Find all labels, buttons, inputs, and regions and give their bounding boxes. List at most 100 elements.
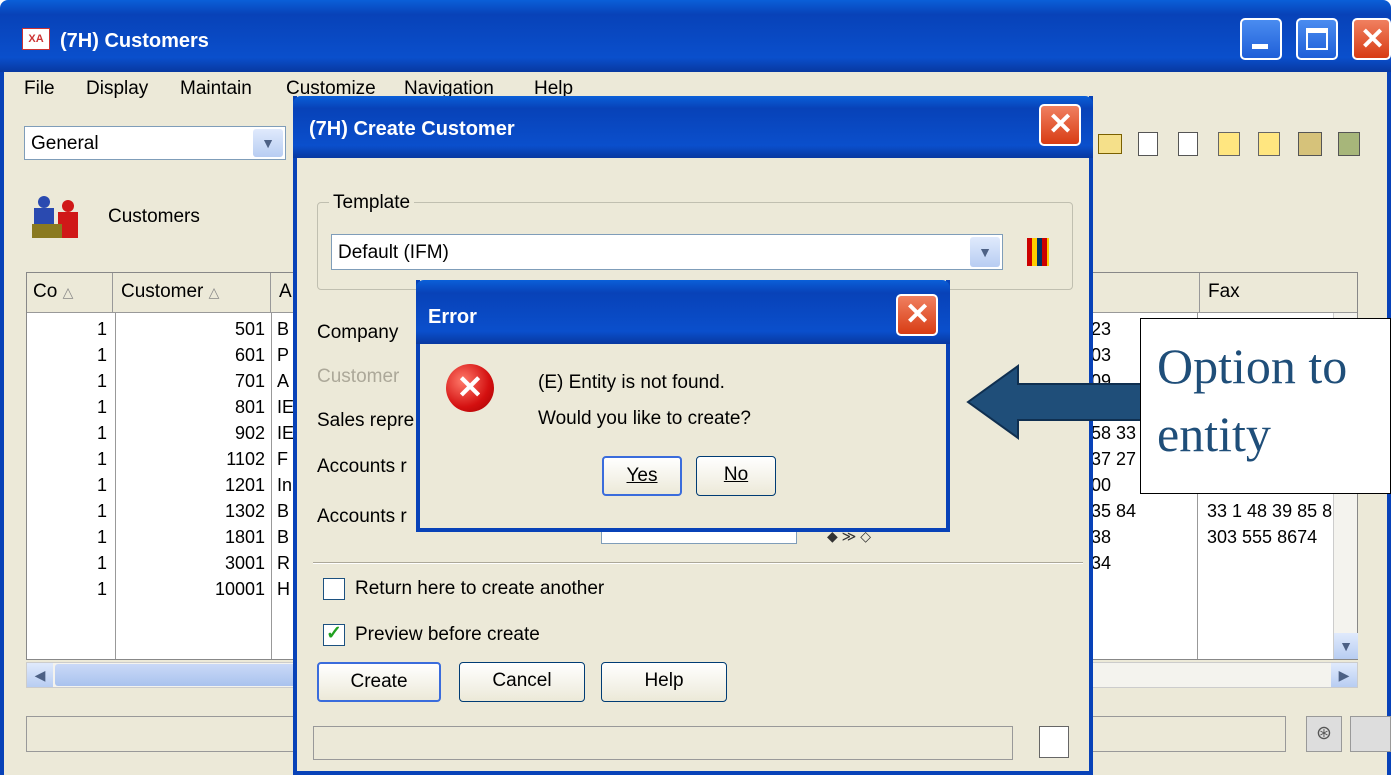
- cell-customer: 1801: [224, 527, 265, 547]
- toolbar-icon-doc[interactable]: [1138, 132, 1158, 156]
- scroll-left-button[interactable]: ◀: [27, 663, 53, 687]
- help-button[interactable]: Help: [601, 662, 727, 702]
- cell-co: 1: [96, 371, 107, 391]
- error-dialog-close-button[interactable]: ✕: [896, 294, 938, 336]
- main-title-bar: XA (7H) Customers ✕: [0, 0, 1391, 72]
- create-dialog-close-button[interactable]: ✕: [1039, 104, 1081, 146]
- col-header-a[interactable]: A: [275, 273, 295, 313]
- customer-label: Customer: [317, 366, 400, 387]
- toolbar: [1094, 130, 1391, 162]
- cell-co: 1: [96, 501, 107, 521]
- cell-co: 1: [96, 475, 107, 495]
- cell-customer: 501: [234, 319, 265, 339]
- no-button[interactable]: No: [696, 456, 776, 496]
- yes-button[interactable]: Yes: [602, 456, 682, 496]
- company-label: Company: [317, 322, 399, 343]
- status-icon-globe[interactable]: ⊛: [1306, 716, 1342, 752]
- checkmark-icon: ✓: [326, 623, 342, 644]
- col-header-customer[interactable]: Customer △: [113, 273, 271, 313]
- cell-co: 1: [96, 345, 107, 365]
- annotation-arrow: [966, 364, 1145, 440]
- cell-fax: 303 555 8674: [1207, 527, 1318, 547]
- template-select[interactable]: Default (IFM) ▼: [331, 234, 1003, 270]
- dialog-status-icon[interactable]: [1039, 726, 1069, 758]
- menu-display[interactable]: Display: [86, 78, 148, 100]
- sort-asc-icon: △: [62, 284, 74, 300]
- cell-customer: 801: [234, 397, 265, 417]
- col-header-fax[interactable]: Fax: [1199, 273, 1357, 313]
- cell-phone: 38: [1091, 527, 1112, 547]
- app-icon: XA: [22, 28, 50, 50]
- cell-co: 1: [96, 579, 107, 599]
- minimize-icon: [1252, 44, 1268, 49]
- cell-co: 1: [96, 553, 107, 573]
- toolbar-icon-doc-search[interactable]: [1178, 132, 1198, 156]
- sort-asc-icon: △: [208, 284, 220, 300]
- view-select-value: General: [31, 133, 99, 154]
- template-group-label: Template: [329, 192, 415, 214]
- maximize-button[interactable]: [1296, 18, 1338, 60]
- preview-label: Preview before create: [355, 624, 540, 645]
- error-message-line1: (E) Entity is not found.: [538, 372, 725, 393]
- return-here-label: Return here to create another: [355, 578, 605, 599]
- cell-phone: 35 84: [1091, 501, 1137, 521]
- create-dialog-title: (7H) Create Customer: [309, 118, 515, 140]
- toolbar-icon-print[interactable]: [1298, 132, 1322, 156]
- main-window-title: (7H) Customers: [60, 30, 209, 52]
- cell-co: 1: [96, 449, 107, 469]
- menu-file[interactable]: File: [24, 78, 55, 100]
- chevron-down-icon[interactable]: ▼: [970, 237, 1000, 267]
- cell-customer: 10001: [214, 579, 265, 599]
- accounts-label-2: Accounts r: [317, 506, 407, 527]
- toolbar-icon-card[interactable]: [1098, 134, 1122, 154]
- maximize-icon: [1306, 28, 1328, 50]
- divider: [313, 562, 1083, 564]
- template-select-value: Default (IFM): [338, 242, 449, 263]
- menu-maintain[interactable]: Maintain: [180, 78, 252, 100]
- close-icon: ✕: [905, 298, 931, 331]
- cell-co: 1: [96, 319, 107, 339]
- annotation-line2: entity: [1157, 406, 1271, 462]
- grid-column-line: [115, 313, 116, 659]
- cell-co: 1: [96, 423, 107, 443]
- minimize-button[interactable]: [1240, 18, 1282, 60]
- create-dialog-title-bar: (7H) Create Customer ✕: [293, 96, 1093, 158]
- toolbar-icon-more[interactable]: [1338, 132, 1360, 156]
- cell-fax: 33 1 48 39 85 8: [1207, 501, 1333, 521]
- error-dialog-title: Error: [428, 306, 477, 328]
- scroll-down-button[interactable]: ▼: [1334, 633, 1358, 659]
- close-icon: ✕: [1360, 23, 1386, 56]
- return-here-checkbox[interactable]: [323, 578, 345, 600]
- error-dialog: Error ✕ ✕ (E) Entity is not found. Would…: [416, 280, 950, 532]
- scroll-right-button[interactable]: ▶: [1331, 663, 1357, 687]
- status-icon-chart[interactable]: [1350, 716, 1391, 752]
- error-dialog-title-bar: Error ✕: [416, 280, 950, 344]
- cell-customer: 601: [234, 345, 265, 365]
- template-grid-icon[interactable]: [1027, 238, 1049, 266]
- cell-customer: 1201: [224, 475, 265, 495]
- cell-co: 1: [96, 527, 107, 547]
- sales-rep-label: Sales repre: [317, 410, 415, 431]
- dialog-status-bar: [313, 726, 1013, 760]
- create-button[interactable]: Create: [317, 662, 441, 702]
- view-select[interactable]: General ▼: [24, 126, 286, 160]
- cell-co: 1: [96, 397, 107, 417]
- chevron-down-icon[interactable]: ▼: [253, 129, 283, 157]
- cell-phone: 34: [1091, 553, 1112, 573]
- toolbar-icon-list-edit[interactable]: [1258, 132, 1280, 156]
- col-header-co[interactable]: Co △: [27, 273, 113, 313]
- error-icon: ✕: [446, 364, 494, 412]
- annotation-line1: Option to: [1157, 338, 1348, 394]
- close-icon: ✕: [1048, 108, 1074, 141]
- cancel-button[interactable]: Cancel: [459, 662, 585, 702]
- toolbar-icon-list[interactable]: [1218, 132, 1240, 156]
- cell-customer: 701: [234, 371, 265, 391]
- close-button[interactable]: ✕: [1352, 18, 1391, 60]
- annotation-box: Option to entity: [1140, 318, 1391, 494]
- grid-column-line: [271, 313, 272, 659]
- error-message-line2: Would you like to create?: [538, 408, 751, 429]
- cell-customer: 1102: [226, 449, 265, 469]
- customers-icon: [32, 196, 82, 240]
- preview-checkbox[interactable]: ✓: [323, 623, 345, 646]
- section-label: Customers: [108, 206, 200, 227]
